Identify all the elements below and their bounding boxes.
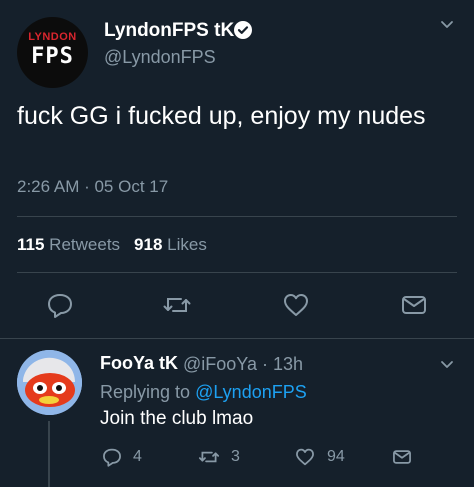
- retweets-count: 115: [17, 235, 45, 254]
- divider: [17, 216, 457, 217]
- divider: [17, 272, 457, 273]
- message-icon[interactable]: [399, 290, 429, 320]
- chevron-down-icon[interactable]: [440, 357, 454, 371]
- reply-author-handle-time[interactable]: @iFooYa · 13h: [183, 354, 303, 375]
- tweet-stats: 115 Retweets 918 Likes: [17, 235, 207, 255]
- reply-icon[interactable]: [45, 290, 75, 320]
- retweets-label: Retweets: [49, 235, 121, 254]
- reply-text: Join the club lmao: [100, 408, 254, 429]
- chevron-down-icon[interactable]: [440, 17, 454, 31]
- reply-reply-action[interactable]: 4: [101, 446, 142, 468]
- reply-author-avatar[interactable]: [17, 350, 82, 415]
- retweets-stat[interactable]: 115 Retweets: [17, 235, 120, 254]
- message-icon: [390, 446, 414, 468]
- likes-stat[interactable]: 918 Likes: [134, 235, 207, 254]
- avatar-logo-top: LYNDON: [28, 31, 77, 43]
- likes-count: 918: [134, 235, 163, 254]
- like-count: 94: [327, 448, 345, 465]
- avatar-logo-bottom: FPS: [31, 44, 74, 69]
- like-icon[interactable]: [281, 290, 311, 320]
- tweet-text: fuck GG i fucked up, enjoy my nudes: [17, 102, 426, 130]
- replying-prefix: Replying to: [100, 382, 196, 402]
- verified-badge-icon: [233, 20, 253, 40]
- reply-author-display-name[interactable]: FooYa tK: [100, 353, 178, 374]
- replying-to: Replying to @LyndonFPS: [100, 382, 307, 403]
- author-handle[interactable]: @LyndonFPS: [104, 47, 216, 68]
- author-avatar[interactable]: LYNDON FPS: [17, 17, 88, 88]
- thread-line: [48, 421, 50, 487]
- replying-handle-link[interactable]: @LyndonFPS: [195, 382, 307, 402]
- reply-icon: [101, 446, 123, 468]
- reply-retweet-action[interactable]: 3: [197, 446, 240, 468]
- retweet-count: 3: [231, 448, 240, 465]
- likes-label: Likes: [167, 235, 207, 254]
- author-display-name[interactable]: LyndonFPS tK: [104, 20, 234, 42]
- divider: [0, 338, 474, 339]
- tweet-timestamp[interactable]: 2:26 AM · 05 Oct 17: [17, 177, 168, 197]
- retweet-icon: [197, 446, 221, 468]
- reply-message-action[interactable]: [390, 446, 414, 468]
- reply-like-action[interactable]: 94: [293, 446, 345, 468]
- retweet-icon[interactable]: [162, 290, 192, 320]
- reply-count: 4: [133, 448, 142, 465]
- like-icon: [293, 446, 317, 468]
